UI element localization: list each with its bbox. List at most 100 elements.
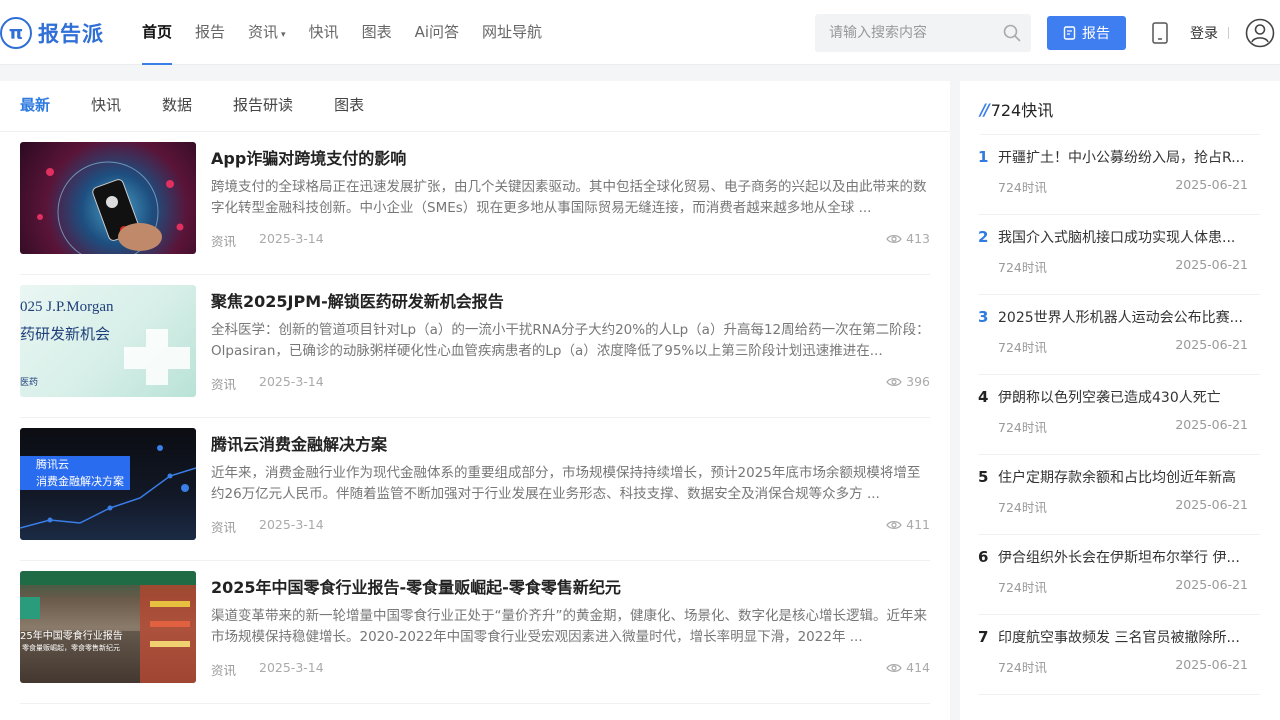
flash-item[interactable]: 6 伊合组织外长会在伊斯坦布尔举行 伊... 724时讯 2025-06-21	[978, 535, 1260, 615]
nav-ai-qa[interactable]: Ai问答	[415, 0, 459, 65]
flash-title[interactable]: 我国介入式脑机接口成功实现人体患...	[998, 227, 1248, 247]
flash-source: 724时讯	[998, 660, 1047, 675]
article-category[interactable]: 资讯	[211, 374, 236, 393]
flash-item[interactable]: 1 开疆扩土！中小公募纷纷入局，抢占R... 724时讯 2025-06-21	[978, 135, 1260, 215]
article-views: 411	[886, 517, 930, 532]
article-title[interactable]: App诈骗对跨境支付的影响	[211, 145, 406, 169]
login-link[interactable]: 登录	[1190, 23, 1218, 43]
article-views-count: 396	[906, 374, 930, 389]
flash-rank: 4	[978, 388, 989, 406]
flash-source: 724时讯	[998, 420, 1047, 435]
flash-item[interactable]: 3 2025世界人形机器人运动会公布比赛... 724时讯 2025-06-21	[978, 295, 1260, 375]
article-views: 396	[886, 374, 930, 389]
article-date: 2025-3-14	[259, 374, 324, 389]
flash-item[interactable]: 2 我国介入式脑机接口成功实现人体患... 724时讯 2025-06-21	[978, 215, 1260, 295]
flash-item[interactable]: 7 印度航空事故频发 三名官员被撤除所... 724时讯 2025-06-21	[978, 615, 1260, 695]
report-button[interactable]: 报告	[1047, 16, 1126, 50]
thumb-caption: 零食量贩崛起，零食零售新纪元	[22, 644, 120, 652]
eye-icon	[886, 520, 902, 529]
flash-rank: 7	[978, 628, 989, 646]
article-thumbnail[interactable]	[20, 142, 196, 254]
article-views: 413	[886, 231, 930, 246]
slash-icon: //	[980, 99, 990, 119]
nav-reports[interactable]: 报告	[195, 0, 225, 65]
panel-title-text: 724快讯	[990, 101, 1054, 120]
flash-date: 2025-06-21	[1175, 657, 1248, 672]
flash-item[interactable]: 4 伊朗称以色列空袭已造成430人死亡 724时讯 2025-06-21	[978, 375, 1260, 455]
phone-globe-illustration	[37, 161, 184, 254]
search-icon[interactable]	[1003, 24, 1021, 42]
article-summary: 全科医学：创新的管道项目针对Lp（a）的一流小干扰RNA分子大约20%的人Lp（…	[211, 322, 930, 359]
tab-flash[interactable]: 快讯	[91, 81, 121, 131]
mobile-phone-icon[interactable]	[1151, 22, 1169, 44]
nav-news-label: 资讯	[248, 23, 279, 41]
article-views-count: 414	[906, 660, 930, 675]
article-item[interactable]: 25年中国零食行业报告 零食量贩崛起，零食零售新纪元 2025年中国零食行业报告…	[20, 561, 930, 704]
article-summary: 跨境支付的全球格局正在迅速发展扩张，由几个关键因素驱动。其中包括全球化贸易、电子…	[211, 179, 927, 216]
article-title[interactable]: 聚焦2025JPM-解锁医药研发新机会报告	[211, 288, 504, 312]
flash-source: 724时讯	[998, 340, 1047, 355]
flash-title[interactable]: 伊合组织外长会在伊斯坦布尔举行 伊...	[998, 547, 1248, 567]
flash-date: 2025-06-21	[1175, 417, 1248, 432]
article-thumbnail[interactable]: 25年中国零食行业报告 零食量贩崛起，零食零售新纪元	[20, 571, 196, 683]
flash-rank: 2	[978, 228, 989, 246]
nav-flash[interactable]: 快讯	[309, 0, 339, 65]
article-item[interactable]: 腾讯云 消费金融解决方案 腾讯云消费金融解决方案 近年来，消费金融行业作为现代金…	[20, 418, 930, 561]
report-icon	[1063, 26, 1076, 40]
tab-data[interactable]: 数据	[162, 81, 192, 131]
flash-title[interactable]: 开疆扩土！中小公募纷纷入局，抢占R...	[998, 147, 1248, 167]
header-divider	[1228, 27, 1229, 39]
nav-url-guide[interactable]: 网址导航	[482, 0, 542, 65]
search-input[interactable]	[829, 14, 999, 52]
thumb-caption: 025 J.P.Morgan	[20, 299, 114, 315]
eye-icon	[886, 234, 902, 243]
site-logo[interactable]: π 报告派	[0, 16, 104, 50]
search-box	[815, 14, 1031, 52]
article-category[interactable]: 资讯	[211, 517, 236, 536]
flash-title[interactable]: 印度航空事故频发 三名官员被撤除所...	[998, 627, 1248, 647]
flash-title[interactable]: 住户定期存款余额和占比均创近年新高	[998, 467, 1248, 487]
flash-rank: 6	[978, 548, 989, 566]
thumb-caption: 药研发新机会	[20, 325, 111, 343]
article-item[interactable]: 025 J.P.Morgan 药研发新机会 医药 聚焦2025JPM-解锁医药研…	[20, 275, 930, 418]
article-date: 2025-3-14	[259, 231, 324, 246]
flash-date: 2025-06-21	[1175, 497, 1248, 512]
nav-home[interactable]: 首页	[142, 0, 173, 65]
flash-date: 2025-06-21	[1175, 257, 1248, 272]
report-button-label: 报告	[1082, 26, 1110, 42]
article-date: 2025-3-14	[259, 517, 324, 532]
article-item[interactable]: App诈骗对跨境支付的影响 跨境支付的全球格局正在迅速发展扩张，由几个关键因素驱…	[20, 132, 930, 275]
article-title[interactable]: 2025年中国零食行业报告-零食量贩崛起-零食零售新纪元	[211, 574, 621, 598]
chevron-down-icon: ▾	[281, 30, 286, 40]
main-nav: 首页 报告 资讯 ▾ 快讯 图表 Ai问答 网址导航	[142, 0, 565, 65]
flash-source: 724时讯	[998, 180, 1047, 195]
thumb-caption: 25年中国零食行业报告	[20, 631, 123, 642]
nav-charts[interactable]: 图表	[362, 0, 392, 65]
cross-shape-illustration	[124, 329, 190, 385]
flash-news-panel: // 724快讯 1 开疆扩土！中小公募纷纷入局，抢占R... 724时讯 20…	[960, 81, 1280, 720]
article-category[interactable]: 资讯	[211, 231, 236, 250]
article-thumbnail[interactable]: 腾讯云 消费金融解决方案	[20, 428, 196, 540]
flash-source: 724时讯	[998, 580, 1047, 595]
logo-pi-icon: π	[0, 17, 32, 49]
article-summary: 近年来，消费金融行业作为现代金融体系的重要组成部分，市场规模保持持续增长，预计2…	[211, 465, 921, 502]
flash-item[interactable]: 5 住户定期存款余额和占比均创近年新高 724时讯 2025-06-21	[978, 455, 1260, 535]
flash-title[interactable]: 2025世界人形机器人运动会公布比赛...	[998, 307, 1248, 327]
tab-latest[interactable]: 最新	[20, 81, 50, 131]
flash-source: 724时讯	[998, 260, 1047, 275]
flash-title[interactable]: 伊朗称以色列空袭已造成430人死亡	[998, 387, 1248, 407]
user-avatar-icon[interactable]	[1245, 18, 1275, 48]
flash-date: 2025-06-21	[1175, 337, 1248, 352]
eye-icon	[886, 377, 902, 386]
logo-text: 报告派	[38, 22, 104, 46]
tab-report-reading[interactable]: 报告研读	[233, 81, 293, 131]
article-thumbnail[interactable]: 025 J.P.Morgan 药研发新机会 医药	[20, 285, 196, 397]
article-category[interactable]: 资讯	[211, 660, 236, 679]
eye-icon	[886, 663, 902, 672]
article-summary: 渠道变革带来的新一轮增量中国零食行业正处于“量价齐升”的黄金期，健康化、场景化、…	[211, 608, 927, 645]
panel-title: // 724快讯	[980, 97, 1053, 121]
article-title[interactable]: 腾讯云消费金融解决方案	[211, 431, 387, 455]
data-lines-illustration	[20, 445, 196, 529]
tab-charts[interactable]: 图表	[334, 81, 364, 131]
nav-news[interactable]: 资讯 ▾	[248, 0, 286, 65]
